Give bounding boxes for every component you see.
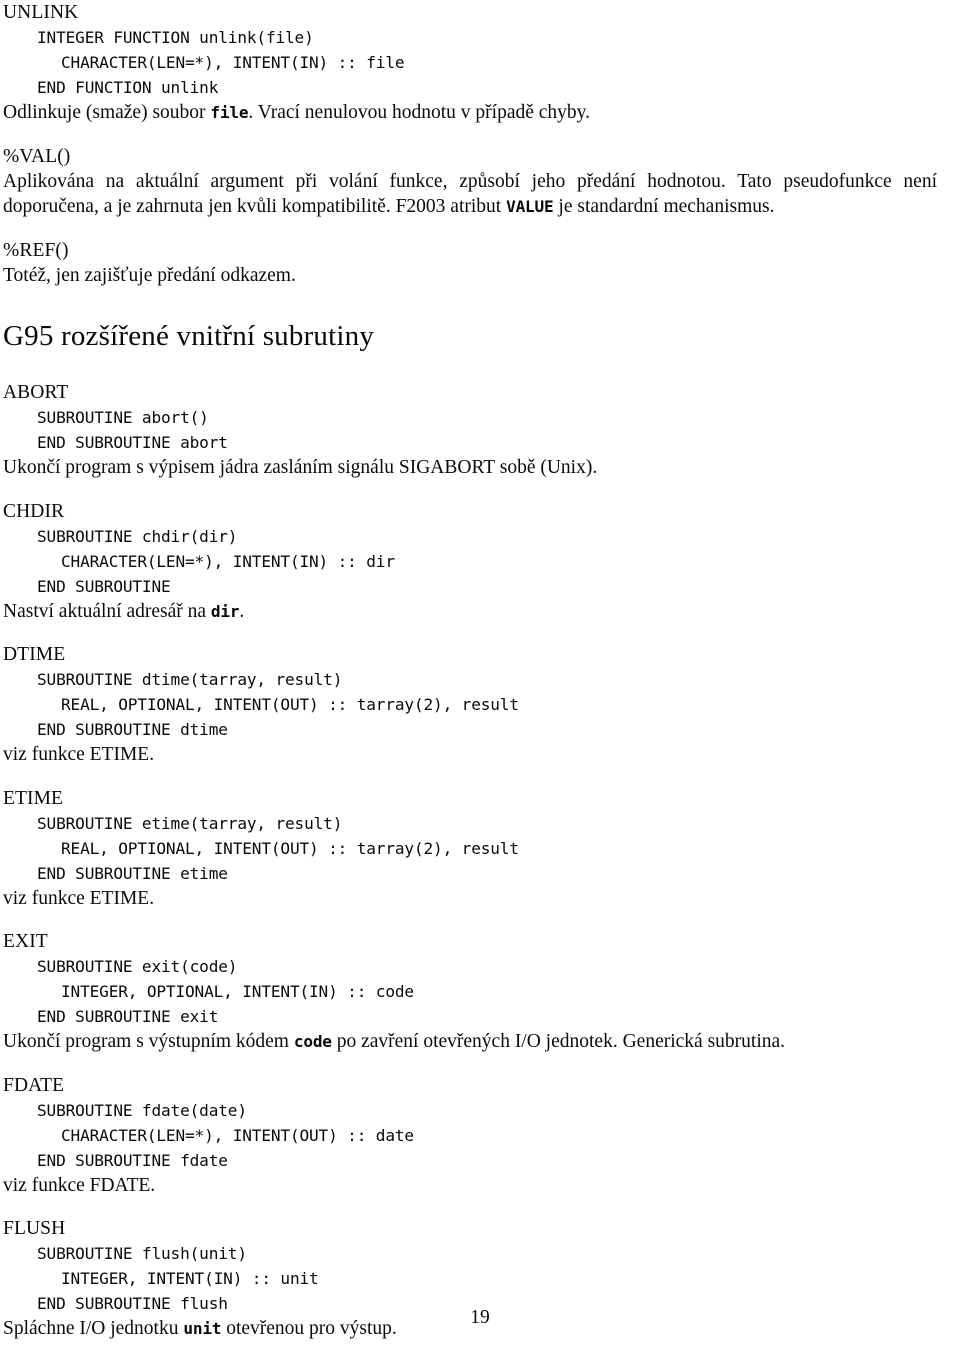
page-content: UNLINK INTEGER FUNCTION unlink(file) CHARA…: [3, 0, 937, 1352]
entry-name: %VAL(): [3, 145, 71, 167]
entry-name: UNLINK: [3, 2, 79, 23]
code-line: INTEGER FUNCTION unlink(file): [37, 28, 314, 47]
description-text: viz funkce ETIME.: [3, 887, 155, 909]
entry-description: Odlinkuje (smaže) soubor file. Vrací nen…: [3, 100, 937, 126]
code-line: END FUNCTION unlink: [37, 78, 219, 97]
reference-entry: %VAL() Aplikována na aktuální argument př…: [3, 144, 937, 220]
code-line: SUBROUTINE abort(): [37, 408, 209, 427]
entry-description: Aplikována na aktuální argument při volá…: [3, 169, 937, 220]
entry-description: Naství aktuální adresář na dir.: [3, 599, 937, 625]
description-text: Ukončí program s výpisem jádra zasláním …: [3, 457, 598, 478]
code-line: END SUBROUTINE etime: [37, 863, 228, 883]
entry-description: viz funkce FDATE.: [3, 1173, 937, 1199]
entry-name: DTIME: [3, 644, 66, 665]
code-line: CHARACTER(LEN=*), INTENT(IN) :: file: [61, 53, 405, 72]
entry-description: Ukončí program s výstupním kódem code po…: [3, 1029, 937, 1055]
code-line: SUBROUTINE flush(unit): [37, 1244, 247, 1263]
code-line: END SUBROUTINE abort: [37, 433, 228, 452]
entry-description: viz funkce ETIME.: [3, 742, 937, 768]
entry-name: CHDIR: [3, 500, 65, 522]
code-line: REAL, OPTIONAL, INTENT(OUT) :: tarray(2)…: [61, 695, 519, 714]
description-text: Naství aktuální adresář na: [3, 600, 211, 622]
entry-description: Totéž, jen zajišťuje předání odkazem.: [3, 263, 937, 289]
inline-code: file: [210, 103, 249, 122]
entries-after-heading: ABORT SUBROUTINE abort() END SUBROUTINE ab…: [3, 380, 937, 1342]
reference-entry: %REF() Totéž, jen zajišťuje předání odkaz…: [3, 238, 937, 289]
document-page: UNLINK INTEGER FUNCTION unlink(file) CHARA…: [0, 0, 960, 1352]
entry-name: ETIME: [3, 787, 64, 809]
entry-name: %REF(): [3, 239, 69, 261]
section-heading: G95 rozšířené vnitřní subrutiny: [3, 320, 375, 352]
entry-name: EXIT: [3, 931, 48, 952]
entry-name: ABORT: [3, 382, 69, 403]
reference-entry: CHDIR SUBROUTINE chdir(dir) CHARACTER(LEN=…: [3, 499, 937, 625]
description-text: po zavření otevřených I/O jednotek. Gene…: [331, 1031, 786, 1052]
description-text: .: [239, 600, 245, 622]
description-text: viz funkce FDATE.: [3, 1174, 156, 1196]
reference-entry: ETIME SUBROUTINE etime(tarray, result) REA…: [3, 786, 937, 912]
entry-name: FLUSH: [3, 1218, 66, 1239]
description-text: Aplikována na aktuální argument při volá…: [3, 170, 937, 218]
description-text: . Vrací nenulovou hodnotu v případě chyb…: [248, 102, 591, 123]
reference-entry: EXIT SUBROUTINE exit(code) INTEGER, OPTION…: [3, 929, 937, 1055]
page-number: 19: [470, 1307, 490, 1328]
code-line: INTEGER, INTENT(IN) :: unit: [61, 1269, 319, 1288]
code-line: END SUBROUTINE dtime: [37, 720, 228, 739]
code-line: INTEGER, OPTIONAL, INTENT(IN) :: code: [61, 982, 414, 1001]
entries-before-heading: UNLINK INTEGER FUNCTION unlink(file) CHARA…: [3, 0, 937, 288]
description-text: Odlinkuje (smaže) soubor: [3, 102, 211, 123]
reference-entry: FDATE SUBROUTINE fdate(date) CHARACTER(LEN…: [3, 1073, 937, 1199]
entry-description: viz funkce ETIME.: [3, 886, 937, 912]
code-line: END SUBROUTINE fdate: [37, 1150, 228, 1170]
reference-entry: DTIME SUBROUTINE dtime(tarray, result) REA…: [3, 642, 937, 768]
code-line: SUBROUTINE dtime(tarray, result): [37, 670, 343, 689]
code-line: SUBROUTINE chdir(dir): [37, 526, 238, 546]
description-text: viz funkce ETIME.: [3, 744, 155, 765]
reference-entry: ABORT SUBROUTINE abort() END SUBROUTINE ab…: [3, 380, 937, 481]
code-line: CHARACTER(LEN=*), INTENT(OUT) :: date: [61, 1125, 414, 1145]
code-line: END SUBROUTINE: [37, 576, 171, 596]
code-line: SUBROUTINE exit(code): [37, 957, 238, 976]
reference-entry: UNLINK INTEGER FUNCTION unlink(file) CHARA…: [3, 0, 937, 126]
entry-name: FDATE: [3, 1074, 65, 1096]
inline-code: code: [293, 1032, 332, 1051]
code-line: END SUBROUTINE exit: [37, 1007, 219, 1026]
inline-code: dir: [210, 601, 240, 621]
inline-code: VALUE: [506, 197, 554, 216]
description-text: je standardní mechanismus.: [553, 196, 775, 217]
code-line: SUBROUTINE fdate(date): [37, 1100, 247, 1120]
description-text: Totéž, jen zajišťuje předání odkazem.: [3, 264, 296, 286]
description-text: Ukončí program s výstupním kódem: [3, 1031, 294, 1052]
code-line: REAL, OPTIONAL, INTENT(OUT) :: tarray(2)…: [61, 838, 519, 858]
code-line: SUBROUTINE etime(tarray, result): [37, 813, 343, 833]
code-line: CHARACTER(LEN=*), INTENT(IN) :: dir: [61, 551, 395, 571]
entry-description: Ukončí program s výpisem jádra zasláním …: [3, 455, 937, 481]
